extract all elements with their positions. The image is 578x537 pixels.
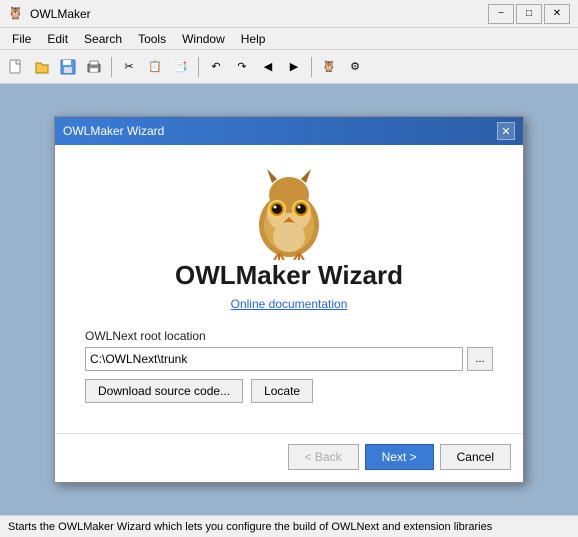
maximize-button[interactable]: □ — [516, 4, 542, 24]
toolbar-redo[interactable]: ↷ — [230, 55, 254, 79]
toolbar-open[interactable] — [30, 55, 54, 79]
dialog-title-text: OWLMaker Wizard — [63, 124, 497, 138]
toolbar-save[interactable] — [56, 55, 80, 79]
wizard-heading: OWLMaker Wizard — [175, 260, 403, 291]
minimize-button[interactable]: − — [488, 4, 514, 24]
menu-tools[interactable]: Tools — [130, 30, 174, 48]
path-input-row: ... — [85, 347, 493, 371]
owl-image — [239, 165, 339, 260]
toolbar-sep-2 — [198, 57, 199, 77]
toolbar-new[interactable] — [4, 55, 28, 79]
toolbar-sep-1 — [111, 57, 112, 77]
dialog-footer: < Back Next > Cancel — [55, 433, 523, 482]
back-button[interactable]: < Back — [288, 444, 359, 470]
toolbar-gear[interactable]: ⚙ — [343, 55, 367, 79]
toolbar-print[interactable] — [82, 55, 106, 79]
action-buttons: Download source code... Locate — [85, 379, 493, 403]
cancel-button[interactable]: Cancel — [440, 444, 511, 470]
online-doc-link[interactable]: Online documentation — [231, 297, 348, 311]
next-button[interactable]: Next > — [365, 444, 434, 470]
locate-button[interactable]: Locate — [251, 379, 313, 403]
root-location-label: OWLNext root location — [85, 329, 493, 343]
toolbar-cut[interactable]: ✂ — [117, 55, 141, 79]
close-button[interactable]: ✕ — [544, 4, 570, 24]
menu-file[interactable]: File — [4, 30, 39, 48]
toolbar-owl[interactable]: 🦉 — [317, 55, 341, 79]
menu-help[interactable]: Help — [233, 30, 274, 48]
dialog-close-button[interactable]: ✕ — [497, 122, 515, 140]
wizard-dialog: OWLMaker Wizard ✕ — [54, 116, 524, 483]
form-section: OWLNext root location ... Download sourc… — [85, 329, 493, 403]
app-title: OWLMaker — [30, 7, 488, 21]
menu-search[interactable]: Search — [76, 30, 130, 48]
status-text: Starts the OWLMaker Wizard which lets yo… — [8, 521, 492, 533]
dialog-title-bar: OWLMaker Wizard ✕ — [55, 117, 523, 145]
toolbar-back[interactable]: ◀ — [256, 55, 280, 79]
menu-edit[interactable]: Edit — [39, 30, 76, 48]
toolbar-paste[interactable]: 📑 — [169, 55, 193, 79]
path-input[interactable] — [85, 347, 463, 371]
app-icon: 🦉 — [8, 6, 24, 22]
window-controls: − □ ✕ — [488, 4, 570, 24]
download-source-button[interactable]: Download source code... — [85, 379, 243, 403]
toolbar-copy[interactable]: 📋 — [143, 55, 167, 79]
toolbar-sep-3 — [311, 57, 312, 77]
status-bar: Starts the OWLMaker Wizard which lets yo… — [0, 515, 578, 537]
toolbar: ✂ 📋 📑 ↶ ↷ ◀ ▶ 🦉 ⚙ — [0, 50, 578, 84]
toolbar-forward[interactable]: ▶ — [282, 55, 306, 79]
title-bar: 🦉 OWLMaker − □ ✕ — [0, 0, 578, 28]
dialog-content: OWLMaker Wizard Online documentation OWL… — [55, 145, 523, 423]
menu-bar: File Edit Search Tools Window Help — [0, 28, 578, 50]
browse-button[interactable]: ... — [467, 347, 493, 371]
main-area: OWLMaker Wizard ✕ — [0, 84, 578, 515]
toolbar-undo[interactable]: ↶ — [204, 55, 228, 79]
menu-window[interactable]: Window — [174, 30, 233, 48]
